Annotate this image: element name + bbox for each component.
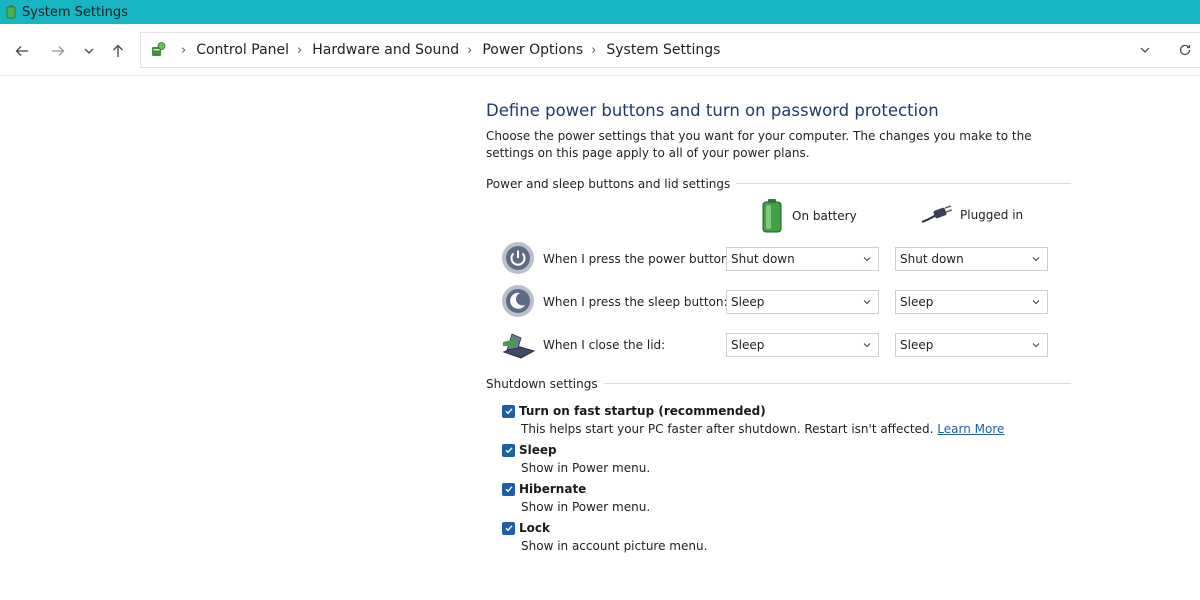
forward-button[interactable] bbox=[47, 40, 69, 62]
select-value: Sleep bbox=[731, 295, 765, 309]
page-heading: Define power buttons and turn on passwor… bbox=[486, 101, 939, 120]
learn-more-link[interactable]: Learn More bbox=[937, 422, 1004, 436]
checkmark-icon bbox=[505, 486, 513, 493]
on-battery-label: On battery bbox=[792, 209, 857, 223]
power-button-icon bbox=[502, 242, 534, 274]
breadcrumb-control-panel[interactable]: Control Panel bbox=[196, 42, 289, 58]
power-button-battery-select[interactable]: Shut down bbox=[726, 247, 879, 271]
hibernate-label: Hibernate bbox=[519, 482, 587, 496]
arrow-up-icon bbox=[113, 44, 123, 57]
refresh-button[interactable] bbox=[1174, 32, 1196, 68]
chevron-down-icon bbox=[1032, 343, 1040, 348]
main-content: Define power buttons and turn on passwor… bbox=[486, 100, 1076, 162]
laptop-lid-icon bbox=[502, 333, 535, 359]
arrow-left-icon bbox=[15, 46, 28, 56]
breadcrumb-power-options[interactable]: Power Options bbox=[482, 42, 583, 58]
control-panel-icon bbox=[152, 42, 166, 56]
sleep-checkbox[interactable]: Sleep bbox=[502, 443, 557, 457]
power-options-icon bbox=[6, 5, 16, 19]
plugged-in-label: Plugged in bbox=[960, 208, 1024, 222]
hibernate-checkbox[interactable]: Hibernate bbox=[502, 482, 586, 496]
power-plug-icon bbox=[921, 205, 952, 223]
fast-startup-help-text: This helps start your PC faster after sh… bbox=[521, 422, 934, 436]
battery-icon bbox=[762, 199, 782, 233]
chevron-down-icon bbox=[863, 257, 871, 262]
up-button[interactable] bbox=[107, 40, 129, 62]
lid-battery-select[interactable]: Sleep bbox=[726, 333, 879, 357]
address-history-button[interactable] bbox=[1134, 32, 1156, 68]
select-value: Sleep bbox=[900, 338, 934, 352]
chevron-down-icon bbox=[863, 300, 871, 305]
sleep-button-icon bbox=[502, 285, 534, 317]
checkmark-icon bbox=[505, 408, 513, 415]
back-button[interactable] bbox=[11, 40, 33, 62]
navigation-bar: › Control Panel › Hardware and Sound › P… bbox=[0, 24, 1200, 76]
lock-label: Lock bbox=[519, 521, 550, 535]
arrow-right-icon bbox=[52, 46, 65, 56]
checkmark-icon bbox=[505, 525, 513, 532]
checkmark-icon bbox=[505, 447, 513, 454]
lock-checkbox[interactable]: Lock bbox=[502, 521, 550, 535]
lid-plugged-select[interactable]: Sleep bbox=[895, 333, 1048, 357]
address-bar[interactable]: › Control Panel › Hardware and Sound › P… bbox=[140, 32, 1200, 68]
breadcrumb-system-settings[interactable]: System Settings bbox=[606, 42, 720, 58]
sleep-description: Show in Power menu. bbox=[521, 461, 651, 475]
breadcrumb-separator: › bbox=[297, 42, 303, 58]
sleep-button-plugged-select[interactable]: Sleep bbox=[895, 290, 1048, 314]
breadcrumb-separator: › bbox=[181, 42, 187, 58]
window-title: System Settings bbox=[22, 4, 128, 20]
chevron-down-icon bbox=[863, 343, 871, 348]
column-plugged-in: Plugged in bbox=[920, 205, 1023, 225]
select-value: Shut down bbox=[731, 252, 795, 266]
sleep-label: Sleep bbox=[519, 443, 557, 457]
chevron-down-icon bbox=[84, 48, 94, 54]
lock-description: Show in account picture menu. bbox=[521, 539, 708, 553]
page-description: Choose the power settings that you want … bbox=[486, 129, 1032, 160]
title-bar: System Settings bbox=[0, 0, 1200, 24]
fast-startup-label: Turn on fast startup (recommended) bbox=[519, 404, 766, 418]
breadcrumb-separator: › bbox=[591, 42, 597, 58]
breadcrumb-separator: › bbox=[467, 42, 473, 58]
breadcrumb-hardware-and-sound[interactable]: Hardware and Sound bbox=[312, 42, 459, 58]
chevron-down-icon bbox=[1140, 47, 1150, 53]
fast-startup-description: This helps start your PC faster after sh… bbox=[521, 422, 1004, 436]
column-on-battery: On battery bbox=[760, 199, 857, 233]
sleep-button-battery-select[interactable]: Sleep bbox=[726, 290, 879, 314]
shutdown-section-label: Shutdown settings bbox=[486, 377, 604, 391]
sleep-button-row-label: When I press the sleep button: bbox=[543, 295, 728, 309]
checkbox-checked[interactable] bbox=[502, 404, 515, 418]
checkbox-checked[interactable] bbox=[502, 482, 515, 496]
chevron-down-icon bbox=[1032, 257, 1040, 262]
checkbox-checked[interactable] bbox=[502, 521, 515, 535]
power-button-row-label: When I press the power button: bbox=[543, 252, 733, 266]
lid-row-label: When I close the lid: bbox=[543, 338, 666, 352]
hibernate-description: Show in Power menu. bbox=[521, 500, 651, 514]
select-value: Sleep bbox=[900, 295, 934, 309]
recent-locations-button[interactable] bbox=[78, 40, 100, 62]
power-button-plugged-select[interactable]: Shut down bbox=[895, 247, 1048, 271]
refresh-icon bbox=[1179, 44, 1191, 56]
fast-startup-checkbox[interactable]: Turn on fast startup (recommended) bbox=[502, 404, 766, 418]
buttons-section-label: Power and sleep buttons and lid settings bbox=[486, 177, 737, 191]
checkbox-checked[interactable] bbox=[502, 443, 515, 457]
select-value: Sleep bbox=[731, 338, 765, 352]
chevron-down-icon bbox=[1032, 300, 1040, 305]
select-value: Shut down bbox=[900, 252, 964, 266]
